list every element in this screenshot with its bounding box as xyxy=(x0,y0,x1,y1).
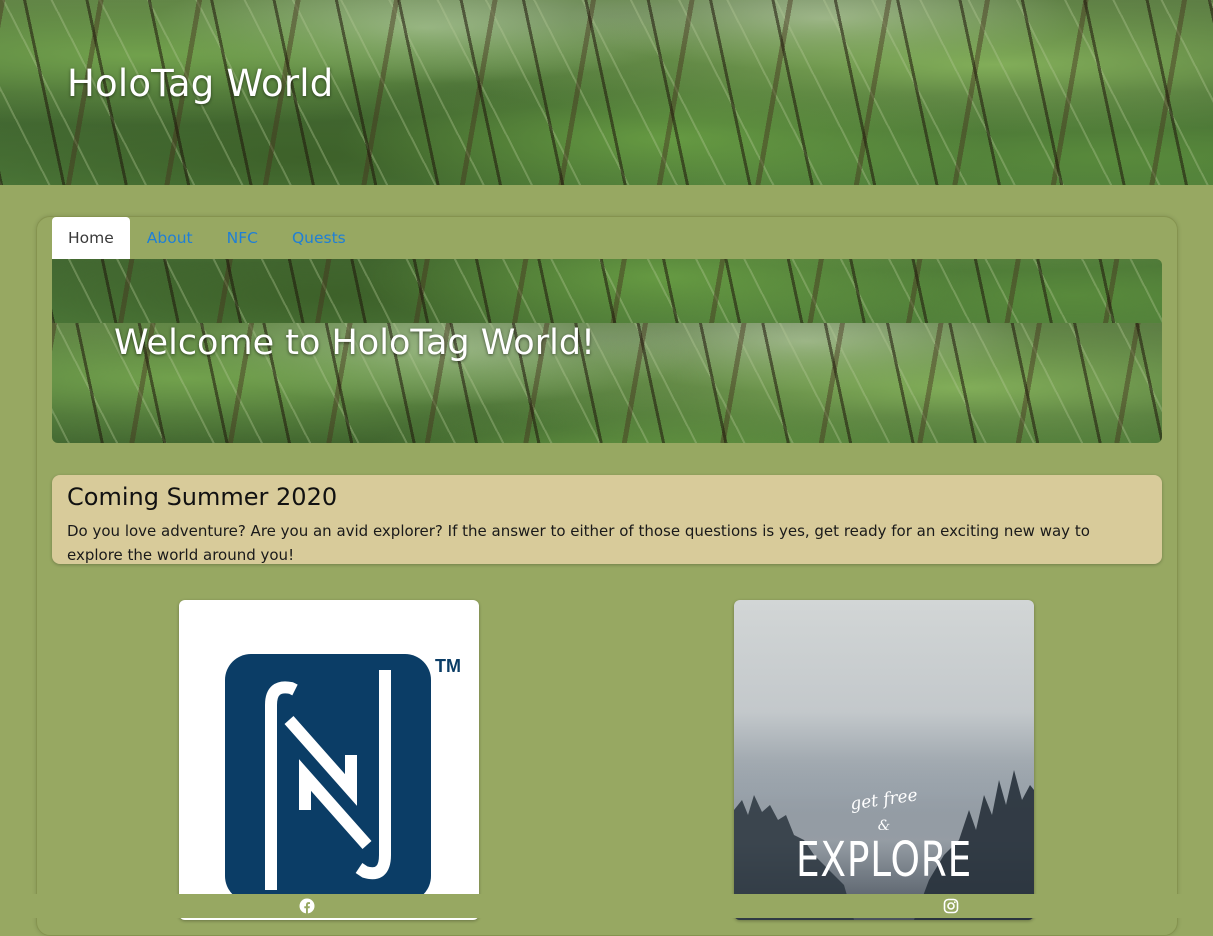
announcement-title: Coming Summer 2020 xyxy=(67,483,338,511)
facebook-icon[interactable] xyxy=(299,898,315,914)
trademark-label: TM xyxy=(435,656,461,676)
nfc-logo-icon: TM xyxy=(225,654,461,902)
hero-banner: Welcome to HoloTag World! xyxy=(52,259,1162,443)
tab-quests[interactable]: Quests xyxy=(275,217,363,259)
nav-tabs: Home About NFC Quests xyxy=(52,217,363,259)
site-title: HoloTag World xyxy=(67,62,334,105)
explore-card[interactable]: get free & EXPLORE xyxy=(734,600,1034,920)
announcement-text: Do you love adventure? Are you an avid e… xyxy=(67,522,1090,564)
tab-about[interactable]: About xyxy=(130,217,210,259)
footer xyxy=(0,894,1213,918)
instagram-icon[interactable] xyxy=(943,898,959,914)
nfc-card[interactable]: TM xyxy=(179,600,479,920)
site-header: HoloTag World xyxy=(0,0,1213,185)
explore-headline: EXPLORE xyxy=(795,832,973,888)
announcement-panel: Coming Summer 2020 Do you love adventure… xyxy=(52,475,1162,564)
hero-title: Welcome to HoloTag World! xyxy=(114,323,596,363)
tab-nfc[interactable]: NFC xyxy=(210,217,275,259)
tab-home[interactable]: Home xyxy=(52,217,130,259)
